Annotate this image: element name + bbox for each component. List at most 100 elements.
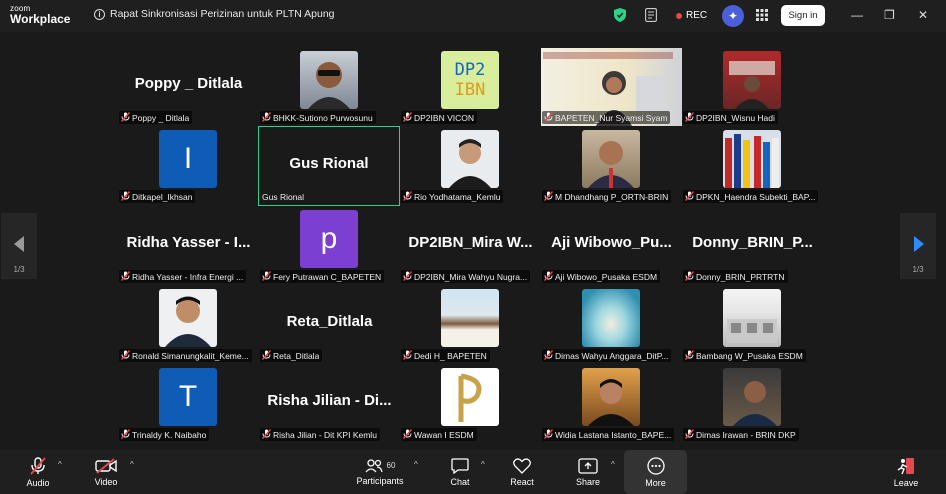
minimize-icon[interactable]: — — [851, 8, 863, 22]
video-tile[interactable]: BAPETEN_Nur Syamsi Syam — [541, 47, 682, 126]
participant-name-large: Risha Jilian - Di... — [267, 392, 392, 409]
video-tile[interactable]: Ridha Yasser - I... Ridha Yasser - Infra… — [118, 206, 259, 285]
video-tile[interactable]: Poppy _ Ditlala Poppy _ Ditlala — [118, 47, 259, 126]
sign-in-button[interactable]: Sign in — [781, 5, 825, 26]
react-label: React — [510, 476, 534, 487]
video-options-chevron-icon[interactable]: ^ — [130, 460, 134, 469]
participant-label: Ronald Simanungkalit_Keme... — [119, 349, 252, 362]
muted-mic-icon — [684, 349, 695, 362]
rec-label: REC — [686, 10, 708, 21]
restore-icon[interactable]: ❐ — [884, 8, 895, 22]
muted-mic-icon — [543, 270, 554, 283]
video-tile[interactable]: Donny_BRIN_P... Donny_BRIN_PRTRTN — [682, 206, 823, 285]
video-tile[interactable]: p Fery Putrawan C_BAPETEN — [259, 206, 400, 285]
video-tile[interactable]: Ronald Simanungkalit_Keme... — [118, 285, 259, 364]
participant-label: Poppy _ Ditlala — [119, 111, 193, 124]
video-tile[interactable]: DPKN_Haendra Subekti_BAP... — [682, 126, 823, 205]
participants-count: 60 — [386, 461, 396, 470]
participant-label: DP2IBN_Mira Wahyu Nugra... — [401, 270, 531, 283]
react-button[interactable]: React — [504, 450, 540, 494]
video-tile[interactable]: Dimas Irawan - BRIN DKP — [682, 364, 823, 443]
audio-label: Audio — [26, 477, 50, 488]
avatar: p — [300, 210, 358, 268]
muted-mic-icon — [261, 270, 272, 283]
share-screen-icon — [578, 457, 598, 474]
video-label: Video — [94, 476, 118, 487]
chevron-right-icon — [914, 236, 924, 252]
recording-indicator[interactable]: REC — [676, 10, 707, 21]
participant-label: BHKK-Sutiono Purwosunu — [260, 111, 376, 124]
meeting-title: Rapat Sinkronisasi Perizinan untuk PLTN … — [110, 8, 335, 20]
close-icon[interactable]: ✕ — [918, 8, 928, 22]
chat-button[interactable]: Chat — [442, 450, 478, 494]
participant-label: Bambang W_Pusaka ESDM — [683, 349, 806, 362]
muted-mic-icon — [120, 428, 131, 441]
notes-icon[interactable] — [645, 8, 657, 22]
video-tile-active-speaker[interactable]: Gus Rional Gus Rional — [258, 126, 400, 206]
participant-name-large: Aji Wibowo_Pu... — [551, 234, 672, 251]
share-button[interactable]: Share — [570, 450, 606, 494]
next-page-button[interactable]: 1/3 — [900, 213, 936, 279]
participant-name-large: Ridha Yasser - I... — [126, 234, 251, 251]
muted-mic-icon — [402, 349, 413, 362]
participant-label: Fery Putrawan C_BAPETEN — [260, 270, 385, 283]
muted-mic-icon — [261, 349, 272, 362]
muted-mic-icon — [543, 428, 554, 441]
info-icon[interactable]: i — [94, 8, 105, 20]
previous-page-button[interactable]: 1/3 — [1, 213, 37, 279]
share-options-chevron-icon[interactable]: ^ — [611, 460, 615, 469]
participant-label: BAPETEN_Nur Syamsi Syam — [542, 111, 671, 124]
video-tile[interactable]: Aji Wibowo_Pu... Aji Wibowo_Pusaka ESDM — [541, 206, 682, 285]
participant-label: Dedi H_ BAPETEN — [401, 349, 490, 362]
audio-button[interactable]: Audio — [20, 450, 56, 494]
participants-button[interactable]: 60 Participants — [352, 450, 408, 494]
apps-grid-icon[interactable] — [756, 9, 768, 21]
muted-mic-icon — [543, 190, 554, 203]
video-grid: Poppy _ Ditlala Poppy _ Ditlala BHKK-Sut… — [0, 32, 946, 450]
video-tile[interactable]: DP2 IBN DP2IBN VICON — [400, 47, 541, 126]
video-tile[interactable]: Rio Yodhatama_Kemlu — [400, 126, 541, 205]
video-tile[interactable]: Risha Jilian - Di... Risha Jilian - Dit … — [259, 364, 400, 443]
recording-dot-icon — [676, 12, 682, 19]
leave-label: Leave — [893, 477, 919, 488]
participant-label: Widia Lastana Istanto_BAPE... — [542, 428, 675, 441]
video-tile[interactable]: Widia Lastana Istanto_BAPE... — [541, 364, 682, 443]
participant-label: Aji Wibowo_Pusaka ESDM — [542, 270, 661, 283]
muted-mic-icon — [120, 270, 131, 283]
more-button[interactable]: More — [624, 450, 687, 494]
video-tile[interactable]: T Trinaldy K. Naibaho — [118, 364, 259, 443]
muted-mic-icon — [684, 270, 695, 283]
meeting-info[interactable]: i Rapat Sinkronisasi Perizinan untuk PLT… — [94, 8, 335, 20]
zoom-workplace-logo: zoom Workplace — [10, 5, 70, 26]
participant-photo — [723, 368, 781, 426]
participants-icon — [365, 458, 383, 472]
video-tile[interactable]: Dimas Wahyu Anggara_DitP... — [541, 285, 682, 364]
participant-label: Ditkapel_Ikhsan — [119, 190, 196, 203]
avatar: I — [159, 130, 217, 188]
video-tile[interactable]: I Ditkapel_Ikhsan — [118, 126, 259, 205]
avatar: T — [159, 368, 217, 426]
participant-label: Dimas Wahyu Anggara_DitP... — [542, 349, 672, 362]
participant-photo — [441, 130, 499, 188]
video-tile[interactable]: Reta_Ditlala Reta_Ditlala — [259, 285, 400, 364]
chat-options-chevron-icon[interactable]: ^ — [481, 460, 485, 469]
ai-companion-icon[interactable]: ✦ — [722, 5, 744, 27]
video-button[interactable]: Video — [88, 450, 124, 494]
muted-mic-icon — [120, 349, 131, 362]
leave-button[interactable]: Leave — [888, 450, 924, 494]
video-tile[interactable]: DP2IBN_Mira W... DP2IBN_Mira Wahyu Nugra… — [400, 206, 541, 285]
video-tile[interactable]: DP2IBN_Wisnu Hadi — [682, 47, 823, 126]
video-tile[interactable]: Wawan I ESDM — [400, 364, 541, 443]
participant-label: Donny_BRIN_PRTRTN — [683, 270, 788, 283]
participants-options-chevron-icon[interactable]: ^ — [414, 460, 418, 469]
video-tile[interactable]: M Dhandhang P_ORTN-BRIN — [541, 126, 682, 205]
audio-options-chevron-icon[interactable]: ^ — [58, 460, 62, 469]
muted-mic-icon — [684, 428, 695, 441]
video-tile[interactable]: BHKK-Sutiono Purwosunu — [259, 47, 400, 126]
participant-label: Ridha Yasser - Infra Energi ... — [119, 270, 247, 283]
video-tile[interactable]: Bambang W_Pusaka ESDM — [682, 285, 823, 364]
video-tile[interactable]: Dedi H_ BAPETEN — [400, 285, 541, 364]
participant-label: M Dhandhang P_ORTN-BRIN — [542, 190, 672, 203]
encryption-shield-icon[interactable] — [614, 8, 626, 22]
page-indicator: 1/3 — [13, 265, 25, 274]
